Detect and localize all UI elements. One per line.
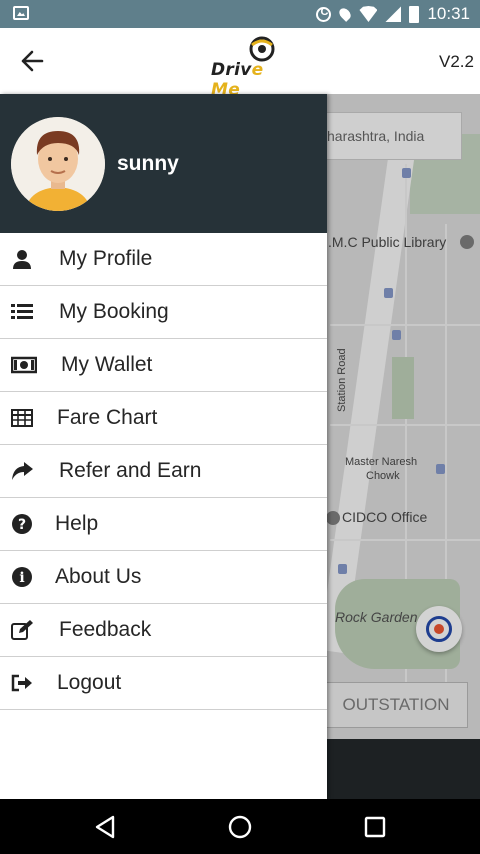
menu-label: Refer and Earn xyxy=(59,459,202,482)
menu-item-refer-and-earn[interactable]: Refer and Earn xyxy=(0,445,327,498)
square-recents-icon xyxy=(364,816,386,838)
version-label: V2.2 xyxy=(439,52,474,71)
clock: 10:31 xyxy=(427,4,470,23)
bus-stop-icon xyxy=(392,330,401,340)
map-label-chowk: Chowk xyxy=(366,470,400,482)
status-bar: 10:31 xyxy=(0,0,480,28)
logo-text-a: Driv xyxy=(211,60,252,80)
question-icon: ? xyxy=(11,514,33,534)
menu-item-my-wallet[interactable]: My Wallet xyxy=(0,339,327,392)
wifi-icon xyxy=(359,6,378,22)
nav-home-button[interactable] xyxy=(226,813,254,841)
menu-label: My Booking xyxy=(59,300,169,323)
edit-icon xyxy=(11,620,33,640)
money-icon xyxy=(10,355,38,375)
back-button[interactable] xyxy=(18,48,46,74)
system-nav-bar xyxy=(0,799,480,854)
user-avatar-icon xyxy=(11,117,105,211)
list-icon xyxy=(11,302,33,322)
menu-label: Help xyxy=(55,512,99,535)
my-location-button[interactable] xyxy=(416,606,462,652)
menu-item-about-us[interactable]: i About Us xyxy=(0,551,327,604)
menu-item-my-profile[interactable]: My Profile xyxy=(0,233,327,286)
image-notification-icon xyxy=(13,6,29,20)
map-street xyxy=(330,424,480,426)
user-name: sunny xyxy=(117,152,179,175)
svg-text:?: ? xyxy=(18,517,26,533)
battery-icon xyxy=(409,5,420,23)
circle-home-icon xyxy=(228,815,252,839)
menu-label: My Profile xyxy=(59,247,153,270)
menu-item-logout[interactable]: Logout xyxy=(0,657,327,710)
drawer-header: sunny xyxy=(0,94,327,233)
user-icon xyxy=(11,249,33,269)
nav-recents-button[interactable] xyxy=(361,813,389,841)
navigation-drawer: sunny My Profile My Booking My Wallet Fa… xyxy=(0,94,327,799)
status-icons: 10:31 xyxy=(316,4,470,24)
svg-text:i: i xyxy=(19,570,24,586)
drawer-menu: My Profile My Booking My Wallet Fare Cha… xyxy=(0,233,327,710)
info-icon: i xyxy=(11,567,33,587)
bus-stop-icon xyxy=(338,564,347,574)
nav-back-button[interactable] xyxy=(91,813,119,841)
map-label-library: .M.C Public Library xyxy=(328,234,447,250)
map-park xyxy=(392,357,414,419)
signal-icon xyxy=(385,6,402,22)
menu-label: Logout xyxy=(57,671,122,694)
app-logo: Drive Me xyxy=(208,32,298,100)
sync-icon xyxy=(316,6,332,22)
map-label-master-naresh: Master Naresh xyxy=(345,456,418,468)
location-icon xyxy=(337,6,354,22)
app-bar: Drive Me V2.2 xyxy=(0,28,480,100)
menu-item-fare-chart[interactable]: Fare Chart xyxy=(0,392,327,445)
menu-label: Feedback xyxy=(59,618,152,641)
library-pin-icon xyxy=(460,235,474,249)
menu-item-help[interactable]: ? Help xyxy=(0,498,327,551)
menu-label: My Wallet xyxy=(61,353,153,376)
office-pin-icon xyxy=(326,511,340,525)
avatar[interactable] xyxy=(11,117,105,211)
triangle-back-icon xyxy=(95,815,115,839)
map-label-rock-garden: Rock Garden xyxy=(335,609,418,625)
map-street xyxy=(330,539,480,541)
menu-label: Fare Chart xyxy=(57,406,158,429)
sign-out-icon xyxy=(11,673,33,693)
table-icon xyxy=(11,408,33,428)
menu-item-my-booking[interactable]: My Booking xyxy=(0,286,327,339)
map-label-station-road: Station Road xyxy=(336,348,348,412)
menu-item-feedback[interactable]: Feedback xyxy=(0,604,327,657)
map-street xyxy=(330,324,480,326)
menu-label: About Us xyxy=(55,565,142,588)
map-label-cidco: CIDCO Office xyxy=(342,509,428,525)
bus-stop-icon xyxy=(402,168,411,178)
share-icon xyxy=(11,461,33,481)
bus-stop-icon xyxy=(436,464,445,474)
arrow-left-icon xyxy=(21,50,44,72)
bus-stop-icon xyxy=(384,288,393,298)
